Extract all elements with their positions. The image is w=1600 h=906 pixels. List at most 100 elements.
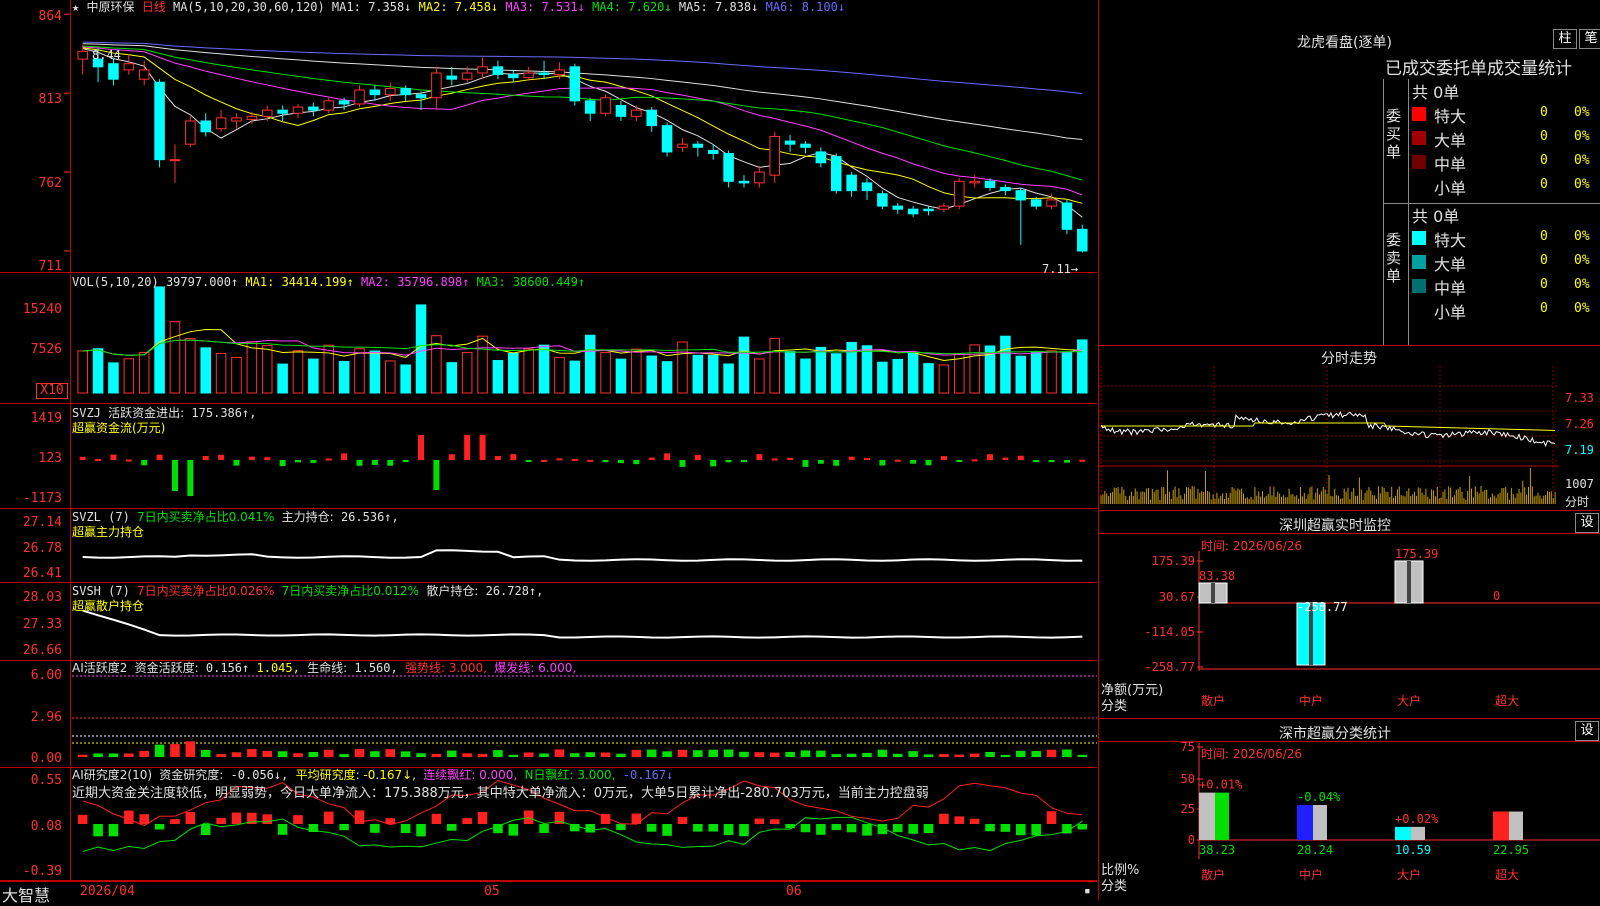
candle bbox=[323, 100, 335, 111]
intraday-panel[interactable]: 分时走势 7.33 7.26 7.19 1007 分时 bbox=[1098, 346, 1600, 511]
volume-bar bbox=[1061, 352, 1073, 394]
sz-monitor-chart[interactable]: 175.39 30.67 -114.05 -258.77 83.38 散户 -258.77 中… bbox=[1099, 511, 1600, 718]
activity-bar bbox=[493, 750, 503, 757]
legend-swatch bbox=[1412, 155, 1426, 169]
ai-strong-line: 强势线: 3.000, bbox=[404, 661, 487, 675]
order-percent: 0% bbox=[1574, 153, 1590, 168]
activity-bar bbox=[354, 749, 365, 757]
volume-chart[interactable] bbox=[0, 273, 1097, 403]
svzj-panel[interactable]: 1419 123 -1173 SVZJ 活跃资金进出: 175.386↑, 超赢… bbox=[0, 404, 1097, 509]
activity-bar bbox=[277, 751, 288, 757]
flow-bar bbox=[341, 453, 348, 460]
ma120-line bbox=[82, 41, 1083, 95]
bar-mode-button[interactable]: 柱 bbox=[1553, 29, 1577, 49]
volume-bar bbox=[92, 348, 104, 394]
candle bbox=[815, 151, 827, 164]
flow-bar bbox=[294, 460, 301, 463]
research-bar bbox=[523, 810, 534, 824]
volume-bar bbox=[338, 361, 350, 394]
activity-bar bbox=[693, 750, 703, 757]
activity-bar bbox=[93, 753, 103, 757]
app-logo[interactable]: 大智慧 bbox=[2, 882, 50, 906]
sz-monitor-panel[interactable]: 深圳超赢实时监控 设 时间: 2026/06/26 175.39 30.67 -11… bbox=[1098, 511, 1600, 719]
monitor-tick: 175.39 bbox=[1152, 554, 1195, 568]
research-bar bbox=[693, 824, 703, 832]
activity-bar bbox=[477, 753, 488, 757]
ai-active-chart[interactable] bbox=[0, 661, 1097, 767]
flow-bar bbox=[279, 460, 286, 467]
svsh-panel[interactable]: 28.03 27.33 26.66 SVSH (7) 7日内买卖净占比0.026… bbox=[0, 583, 1097, 661]
activity-bar bbox=[846, 753, 857, 757]
flow-bar bbox=[510, 454, 517, 460]
flow-bar bbox=[756, 454, 763, 460]
svsh-value: 26.728↑, bbox=[485, 584, 544, 598]
volume-bar bbox=[723, 363, 734, 394]
ai-active-panel[interactable]: 6.00 2.96 0.00 AI活跃度2 资金活跃度: 0.156↑ 1.04… bbox=[0, 661, 1097, 768]
table-column-divider bbox=[1408, 79, 1409, 345]
candle bbox=[369, 89, 381, 96]
activity-bar bbox=[216, 754, 226, 757]
research-bar bbox=[662, 824, 672, 836]
sz-classify-panel[interactable]: 深市超赢分类统计 设 时间: 2026/06/26 75 50 25 0 +0.01% 3… bbox=[1098, 719, 1600, 900]
tick-mode-button[interactable]: 笔 bbox=[1579, 29, 1600, 49]
ma5-label: MA5: bbox=[678, 0, 708, 14]
volume-bar bbox=[354, 348, 365, 394]
svzl-panel[interactable]: 27.14 26.78 26.41 SVZL (7) 7日内买卖净占比0.041… bbox=[0, 509, 1097, 583]
ai-research-chart[interactable] bbox=[0, 768, 1097, 880]
activity-bar bbox=[1077, 754, 1088, 757]
research-bar bbox=[231, 812, 242, 824]
flow-bar bbox=[864, 458, 871, 461]
vol-ma3-label: MA3: bbox=[476, 275, 506, 289]
favorite-star-icon[interactable]: ★ bbox=[72, 0, 79, 14]
ratio-bar bbox=[1493, 811, 1509, 840]
stock-name[interactable]: 中原环保 bbox=[86, 0, 134, 14]
ratio-value-label: 38.23 bbox=[1199, 843, 1235, 857]
candle bbox=[77, 50, 88, 60]
price-panel[interactable]: 864 813 762 711 ★ 中原环保 日线 MA(5,10,20,30,… bbox=[0, 0, 1097, 276]
legend-swatch bbox=[1412, 131, 1426, 145]
volume-bar bbox=[830, 353, 842, 394]
research-bar bbox=[200, 824, 211, 836]
volume-bar bbox=[477, 335, 488, 394]
ai-active-title: AI活跃度2 bbox=[72, 661, 128, 675]
volume-bar bbox=[446, 362, 458, 394]
date-axis-label: 05 bbox=[484, 884, 500, 899]
order-size-label: 小单 bbox=[1434, 179, 1467, 198]
candle bbox=[185, 120, 196, 145]
candle bbox=[631, 109, 642, 117]
volume-bar bbox=[508, 352, 519, 394]
volume-bar bbox=[769, 337, 781, 394]
intraday-chart[interactable] bbox=[1099, 346, 1600, 510]
volume-panel[interactable]: 15240 7526 X10 VOL(5,10,20) 39797.000↑ M… bbox=[0, 273, 1097, 404]
volume-bar bbox=[631, 348, 642, 394]
category-label: 超大 bbox=[1495, 693, 1519, 708]
dragon-tiger-panel: 龙虎看盘(逐单) 柱 笔 已成交委托单成交量统计 委买单 委卖单 共 0单 特大… bbox=[1098, 0, 1600, 346]
svsh-subtitle: 超赢散户持仓 bbox=[72, 599, 145, 613]
candlestick-chart[interactable] bbox=[0, 0, 1097, 272]
candle bbox=[615, 105, 627, 117]
ratio-value-label: 10.59 bbox=[1395, 843, 1431, 857]
candle bbox=[338, 100, 350, 105]
lock-icon[interactable]: ▪ bbox=[1084, 884, 1091, 897]
activity-bar bbox=[892, 753, 903, 757]
candle bbox=[754, 171, 765, 184]
candle bbox=[1015, 190, 1027, 201]
flow-bar bbox=[525, 460, 532, 462]
order-size-label: 中单 bbox=[1434, 279, 1467, 298]
net-flow-label: 83.38 bbox=[1199, 569, 1235, 583]
volume-bar bbox=[892, 358, 904, 394]
order-count: 0 bbox=[1540, 277, 1548, 292]
ai-research-panel[interactable]: 0.55 0.08 -0.39 AI研究度2(10) 资金研究度: -0.056… bbox=[0, 768, 1097, 881]
legend-swatch bbox=[1412, 279, 1426, 293]
candle bbox=[923, 208, 934, 212]
research-bar bbox=[646, 824, 657, 832]
research-bar bbox=[277, 824, 288, 835]
activity-bar bbox=[754, 752, 765, 757]
vol-ma1-value: 34414.199↑ bbox=[281, 275, 354, 289]
sz-classify-chart[interactable]: 75 50 25 0 +0.01% 38.23 散户 -0.04% 28.24 中户 +0.02% 1… bbox=[1099, 719, 1600, 900]
flow-bar bbox=[740, 460, 747, 462]
period-label[interactable]: 日线 bbox=[142, 0, 166, 14]
flow-bar bbox=[141, 460, 148, 466]
candle bbox=[461, 72, 473, 80]
flow-bar bbox=[187, 460, 194, 497]
